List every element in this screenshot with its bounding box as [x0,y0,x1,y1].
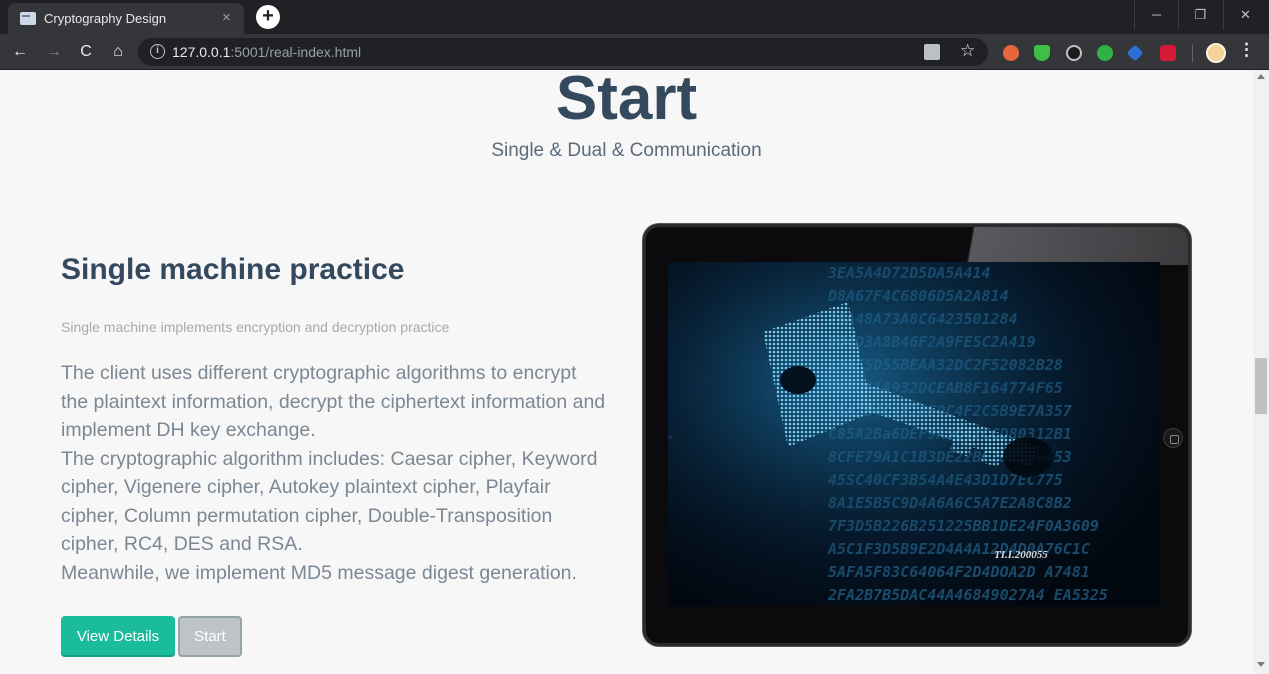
minimize-button[interactable]: ─ [1134,0,1178,30]
scroll-up-arrow-icon[interactable] [1257,74,1265,79]
bookmark-star-icon[interactable]: ☆ [960,41,975,61]
home-button[interactable]: ⌂ [106,40,130,64]
start-button[interactable]: Start [178,616,242,657]
feature-subtitle: Single machine implements encryption and… [61,319,450,335]
forward-button[interactable]: → [42,40,66,64]
page-viewport: Start Single & Dual & Communication Sing… [0,70,1253,674]
description-paragraph: Meanwhile, we implement MD5 message dige… [61,561,577,584]
browser-tab[interactable]: Cryptography Design × [8,3,244,34]
tablet-image: 3EA5A4D72D5DA5A414 D8A67F4C6806D5A2A814 … [643,224,1191,646]
extension-red-icon[interactable] [1160,45,1176,61]
tablet-camera [668,435,672,439]
browser-toolbar: ← → C ⌂ i 127.0.0.1:5001/real-index.html… [0,34,1269,70]
browser-tab-strip: Cryptography Design × + ─ ❐ ✕ [0,0,1269,34]
extension-evernote-icon[interactable] [1097,45,1113,61]
reload-button[interactable]: C [74,40,98,64]
view-details-button[interactable]: View Details [61,616,175,657]
tab-title: Cryptography Design [44,11,167,26]
site-info-icon[interactable]: i [150,44,165,59]
close-window-button[interactable]: ✕ [1223,0,1267,30]
restore-button[interactable]: ❐ [1178,0,1222,30]
close-tab-icon[interactable]: × [222,9,231,27]
url-path: :5001/real-index.html [230,44,362,60]
section-subtitle: Single & Dual & Communication [491,140,762,161]
url-host: 127.0.0.1 [172,44,231,60]
toolbar-divider [1192,44,1193,62]
scroll-thumb[interactable] [1255,358,1267,414]
url-text[interactable]: 127.0.0.1:5001/real-index.html [172,44,361,60]
favicon-icon [20,12,36,25]
feature-title: Single machine practice [61,253,405,286]
extension-shield-icon[interactable] [1034,45,1050,61]
image-watermark: TI.I.200055 [994,549,1048,561]
back-button[interactable]: ← [8,40,32,64]
tablet-glare [958,227,1188,265]
extension-c-icon[interactable] [1066,45,1082,61]
profile-avatar[interactable] [1206,43,1226,63]
browser-menu-icon[interactable]: ⋮ [1238,40,1255,60]
translate-icon[interactable] [924,44,940,60]
digital-key-icon [668,262,1160,606]
extension-blue-icon[interactable] [1126,44,1144,62]
scroll-down-arrow-icon[interactable] [1257,662,1265,667]
feature-description: The client uses different cryptographic … [61,359,606,587]
description-paragraph: The client uses different cryptographic … [61,362,606,441]
section-title: Start [555,70,698,133]
extension-infinity-icon[interactable] [1003,45,1019,61]
page-scrollbar[interactable] [1253,70,1269,674]
description-paragraph: The cryptographic algorithm includes: Ca… [61,447,598,556]
address-bar[interactable]: i 127.0.0.1:5001/real-index.html ☆ [138,38,988,66]
tablet-screen: 3EA5A4D72D5DA5A414 D8A67F4C6806D5A2A814 … [668,262,1160,606]
tablet-home-button [1163,428,1183,448]
new-tab-button[interactable]: + [256,5,280,29]
